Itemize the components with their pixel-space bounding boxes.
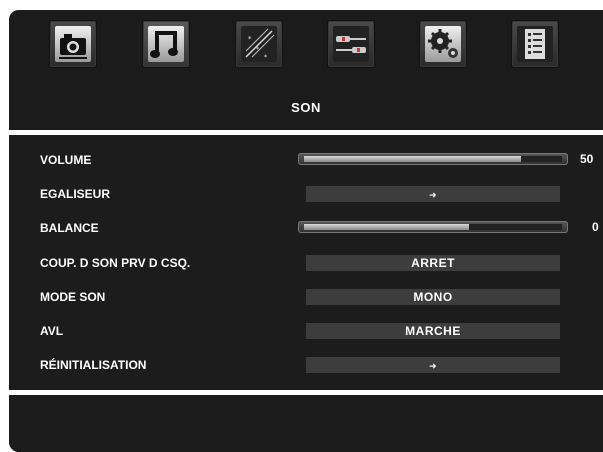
balance-slider[interactable] [298, 221, 568, 233]
menu-item-headphone-mute[interactable]: COUP. D SON PRV D CSQ. ARRET [9, 247, 603, 281]
top-separator [9, 130, 603, 135]
page-title: SON [291, 100, 321, 115]
svg-text:*: * [264, 54, 267, 61]
camera-icon [59, 34, 87, 59]
svg-text:*: * [248, 35, 252, 43]
menu-item-label: COUP. D SON PRV D CSQ. [40, 256, 191, 270]
sound-mode-value[interactable]: MONO [306, 289, 560, 305]
menu-item-balance[interactable]: BALANCE 0 [9, 212, 603, 246]
balance-value: 0 [592, 220, 599, 234]
volume-slider[interactable] [298, 153, 568, 165]
equalizer-enter-button[interactable]: ➜ [306, 186, 560, 202]
menu-item-reset[interactable]: RÉINITIALISATION ➜ [9, 349, 603, 383]
sound-menu: VOLUME 50 EGALISEUR ➜ BALANCE 0 COUP. D … [9, 136, 603, 390]
reset-enter-button[interactable]: ➜ [306, 357, 560, 373]
gears-icon [428, 29, 458, 58]
settings-category-tab[interactable] [419, 20, 467, 68]
info-category-tab[interactable] [511, 20, 559, 68]
menu-item-label: VOLUME [40, 153, 92, 167]
picture-category-tab[interactable] [49, 20, 97, 68]
stars-wand-icon: * * * [245, 28, 275, 61]
balance-slider-fill [304, 224, 470, 230]
volume-value: 50 [580, 152, 594, 166]
document-icon [525, 29, 545, 59]
menu-item-avl[interactable]: AVL MARCHE [9, 315, 603, 349]
menu-item-volume[interactable]: VOLUME 50 [9, 144, 603, 178]
svg-text:*: * [256, 46, 259, 53]
menu-item-equalizer[interactable]: EGALISEUR ➜ [9, 178, 603, 212]
arrow-right-icon: ➜ [428, 190, 438, 200]
arrow-right-icon: ➜ [428, 361, 438, 371]
menu-item-label: BALANCE [40, 221, 99, 235]
sound-settings-osd: * * * SON VOLUME 50 EGALISEUR ➜ BALANCE … [9, 10, 603, 452]
menu-item-label: MODE SON [40, 290, 106, 304]
menu-item-sound-mode[interactable]: MODE SON MONO [9, 281, 603, 315]
menu-item-label: EGALISEUR [40, 187, 111, 201]
headphone-mute-value[interactable]: ARRET [306, 255, 560, 271]
connection-category-tab[interactable] [327, 20, 375, 68]
avl-value[interactable]: MARCHE [306, 323, 560, 339]
channel-category-tab[interactable]: * * * [235, 20, 283, 68]
bottom-separator [9, 390, 603, 395]
cable-connector-icon [336, 36, 366, 53]
menu-item-label: RÉINITIALISATION [40, 358, 147, 372]
category-bar: * * * SON [9, 10, 603, 130]
sound-category-tab[interactable] [142, 20, 190, 68]
music-icon [150, 31, 178, 58]
volume-slider-fill [304, 156, 521, 162]
help-bar [9, 401, 603, 452]
menu-item-label: AVL [40, 324, 64, 338]
